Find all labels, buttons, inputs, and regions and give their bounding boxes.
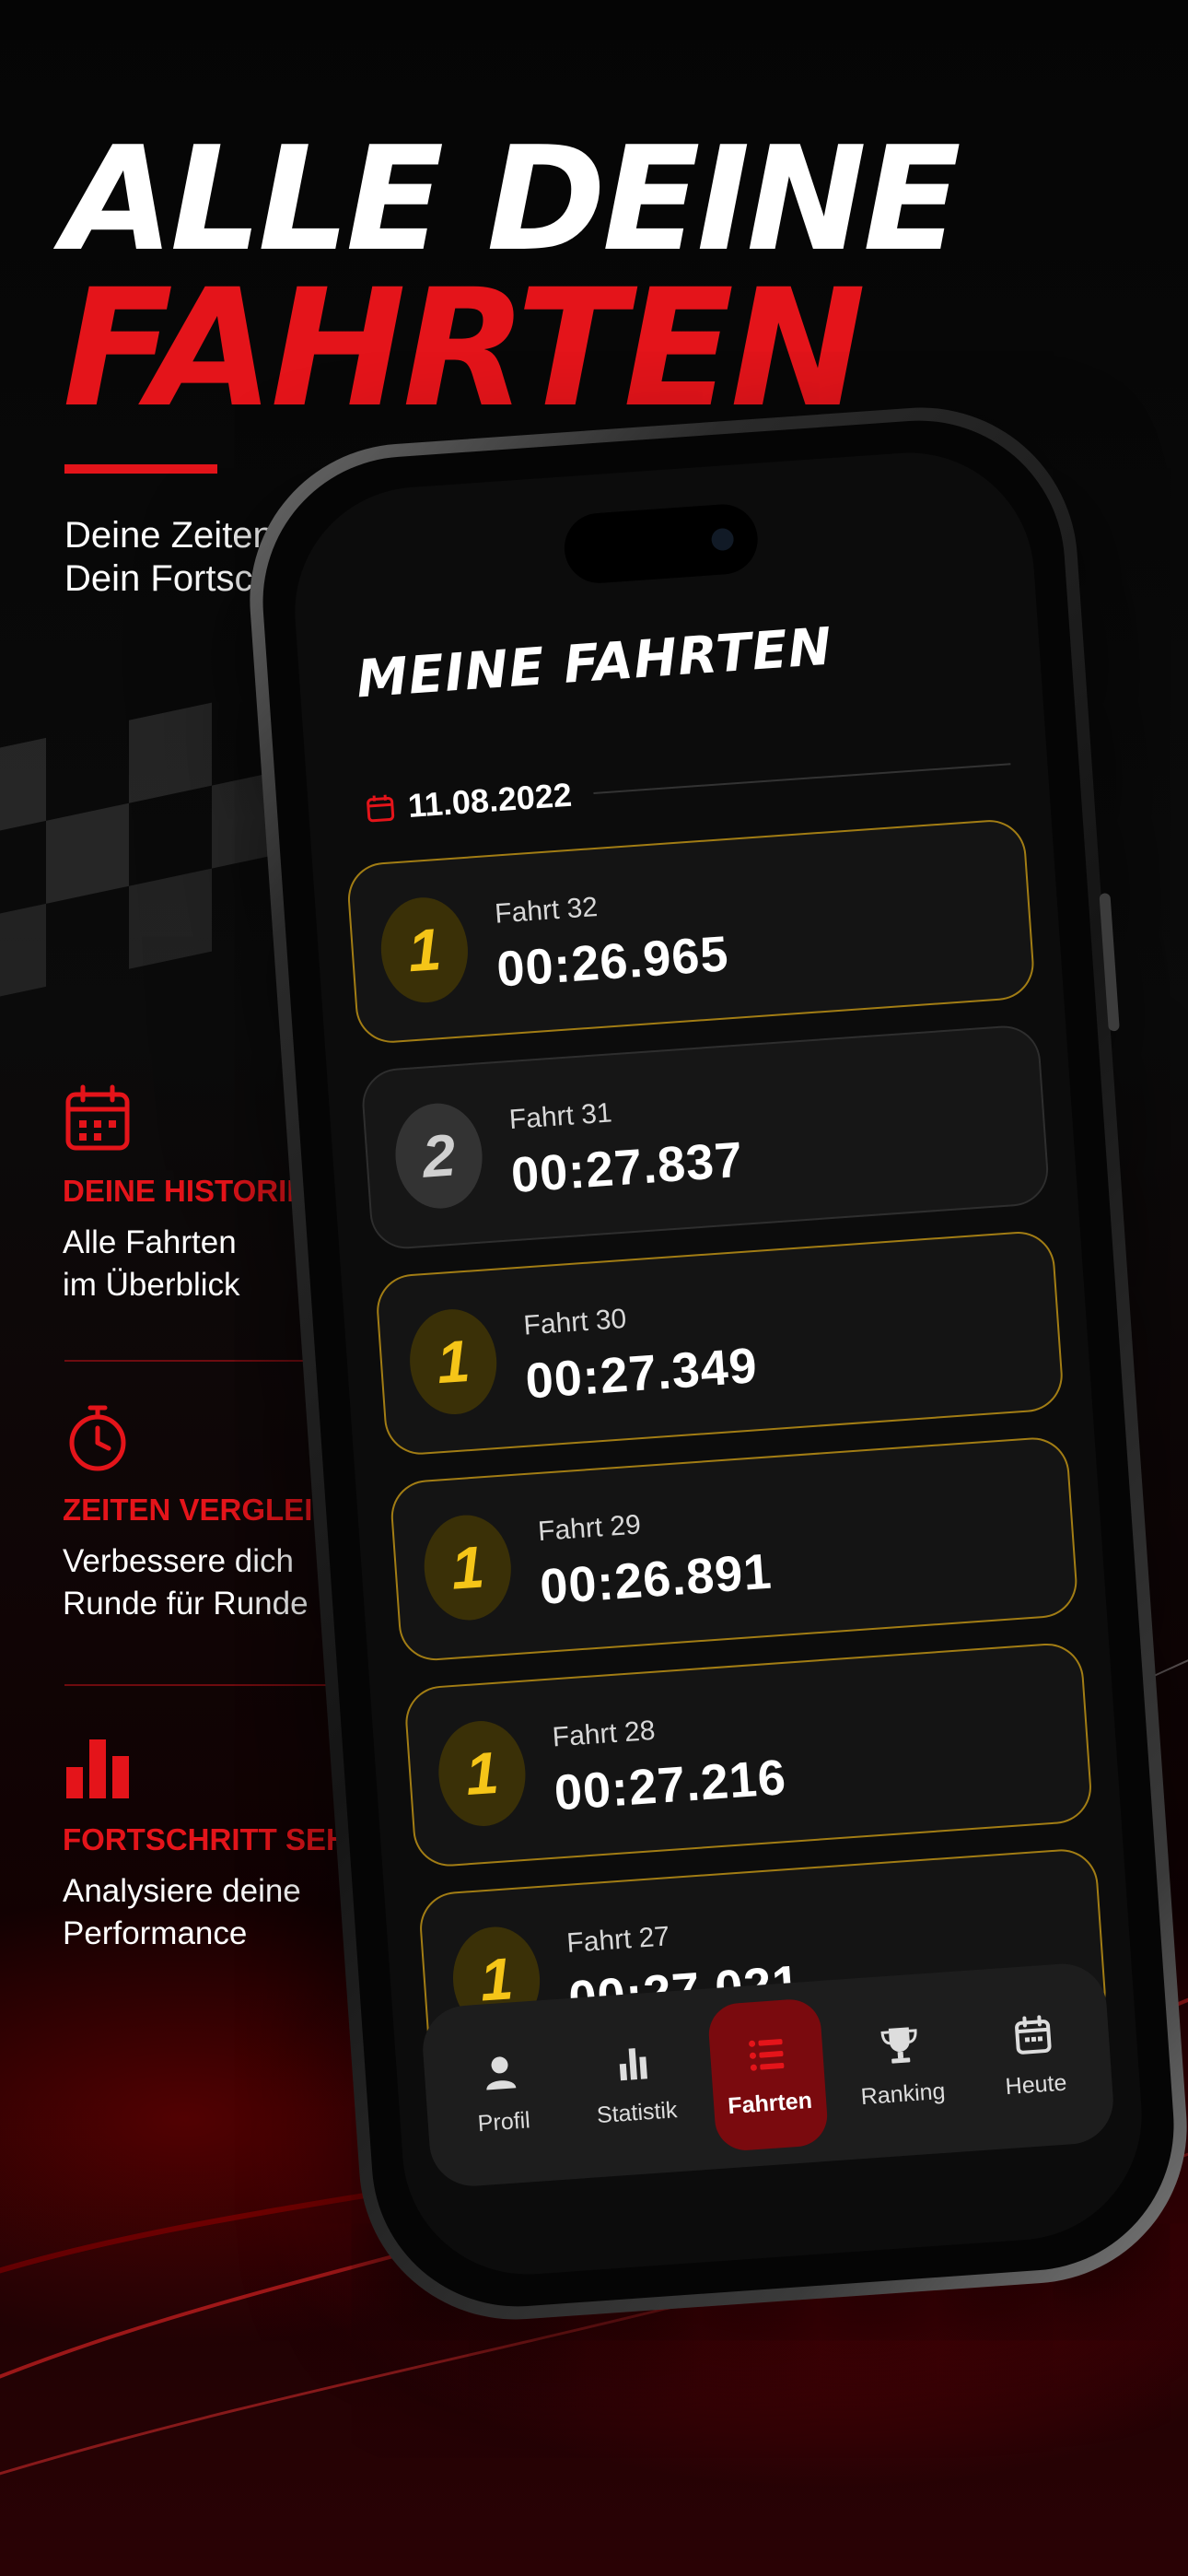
ride-name: Fahrt 30 bbox=[522, 1303, 628, 1341]
ride-name: Fahrt 32 bbox=[494, 891, 599, 930]
date-section-header: 11.08.2022 bbox=[364, 743, 1011, 830]
ride-card[interactable]: 1 Fahrt 32 00:26.965 bbox=[345, 817, 1037, 1046]
tab-ranking[interactable]: Ranking bbox=[840, 1988, 962, 2143]
headline-line-1: ALLE DEINE bbox=[63, 115, 961, 283]
ride-time: 00:27.349 bbox=[523, 1338, 760, 1410]
list-icon bbox=[749, 2038, 785, 2071]
rank-badge: 1 bbox=[406, 1306, 501, 1418]
ride-card[interactable]: 1 Fahrt 28 00:27.216 bbox=[402, 1641, 1094, 1869]
dynamic-island bbox=[562, 501, 761, 586]
feature-divider bbox=[64, 1360, 341, 1362]
trophy-icon bbox=[880, 2026, 917, 2064]
rank-badge: 1 bbox=[378, 895, 472, 1006]
phone-mockup: MEINE FAHRTEN 11.08.2022 1 Fahrt 32 00:2… bbox=[239, 397, 1188, 2330]
date-divider bbox=[593, 763, 1011, 794]
headline: ALLE DEINE FAHRTEN bbox=[63, 115, 961, 443]
ride-name: Fahrt 27 bbox=[565, 1921, 671, 1959]
section-date: 11.08.2022 bbox=[406, 775, 574, 825]
ride-name: Fahrt 29 bbox=[537, 1509, 642, 1548]
bar-chart-icon bbox=[66, 1739, 129, 1798]
feature-divider bbox=[64, 1684, 341, 1686]
phone-frame: MEINE FAHRTEN 11.08.2022 1 Fahrt 32 00:2… bbox=[239, 397, 1188, 2330]
tab-label: Heute bbox=[1004, 2069, 1068, 2100]
tab-label: Statistik bbox=[596, 2096, 679, 2128]
bar-chart-icon bbox=[619, 2047, 648, 2080]
stopwatch-icon bbox=[69, 1405, 126, 1471]
ride-name: Fahrt 28 bbox=[551, 1715, 657, 1753]
tab-label: Fahrten bbox=[727, 2087, 813, 2119]
ride-time: 00:27.216 bbox=[553, 1750, 788, 1821]
tab-profil[interactable]: Profil bbox=[441, 2016, 564, 2171]
calendar-icon bbox=[1014, 2014, 1052, 2055]
headline-underline bbox=[64, 464, 217, 474]
calendar-icon bbox=[367, 794, 395, 823]
rank-badge: 1 bbox=[420, 1512, 515, 1623]
rides-list: 1 Fahrt 32 00:26.965 2 Fahrt 31 00:27.83… bbox=[345, 817, 1110, 2100]
ride-card[interactable]: 2 Fahrt 31 00:27.837 bbox=[359, 1023, 1051, 1251]
person-icon bbox=[486, 2055, 517, 2090]
screen-title: MEINE FAHRTEN bbox=[355, 616, 834, 710]
rank-badge: 2 bbox=[391, 1100, 486, 1212]
ride-time: 00:26.965 bbox=[495, 926, 731, 998]
tab-statistik[interactable]: Statistik bbox=[574, 2007, 696, 2161]
tab-label: Profil bbox=[476, 2106, 531, 2137]
ride-time: 00:27.837 bbox=[509, 1131, 745, 1204]
app-screen: MEINE FAHRTEN 11.08.2022 1 Fahrt 32 00:2… bbox=[286, 444, 1150, 2283]
tab-heute[interactable]: Heute bbox=[973, 1979, 1095, 2134]
tab-fahrten[interactable]: Fahrten bbox=[706, 1997, 830, 2153]
calendar-icon bbox=[65, 1084, 130, 1151]
headline-line-2: FAHRTEN bbox=[63, 253, 866, 443]
ride-card[interactable]: 1 Fahrt 29 00:26.891 bbox=[389, 1434, 1080, 1663]
tab-label: Ranking bbox=[859, 2078, 947, 2110]
rank-badge: 1 bbox=[435, 1717, 530, 1830]
ride-time: 00:26.891 bbox=[538, 1543, 775, 1616]
ride-card[interactable]: 1 Fahrt 30 00:27.349 bbox=[374, 1229, 1066, 1458]
camera-icon bbox=[710, 527, 735, 552]
phone-bezel: MEINE FAHRTEN 11.08.2022 1 Fahrt 32 00:2… bbox=[252, 411, 1184, 2316]
ride-name: Fahrt 31 bbox=[507, 1097, 613, 1136]
